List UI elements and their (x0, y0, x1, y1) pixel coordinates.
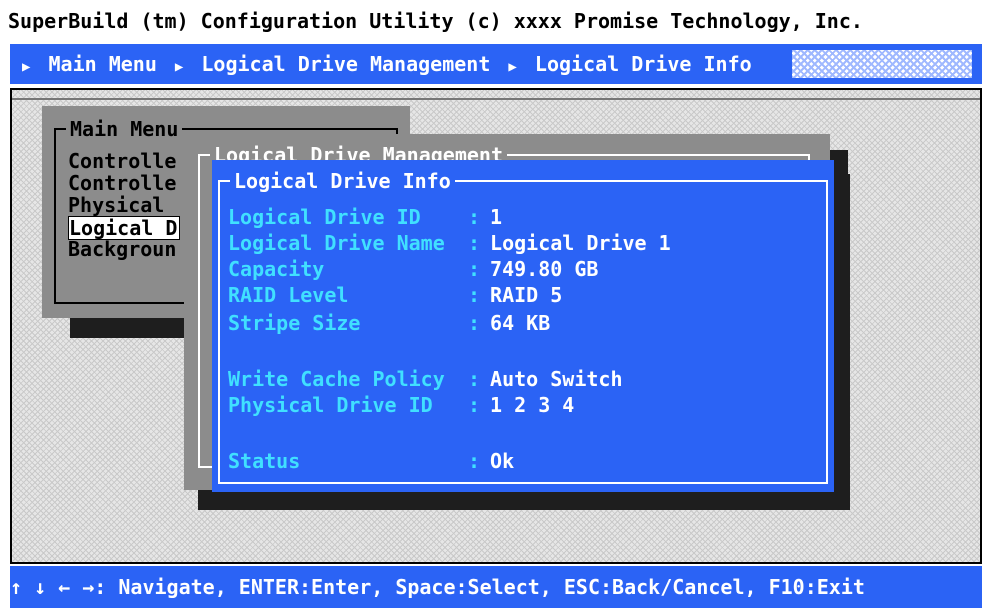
info-value: 749.80 GB (490, 257, 599, 281)
info-colon: : (468, 311, 481, 335)
info-colon: : (468, 231, 481, 255)
breadcrumb-arrow-icon: ▶ (174, 59, 184, 75)
desktop-divider (12, 98, 980, 100)
info-value: 1 2 3 4 (490, 393, 575, 417)
info-colon: : (468, 367, 481, 391)
breadcrumb-item-logical-drive-management[interactable]: Logical Drive Management (201, 52, 490, 76)
breadcrumb-arrow-icon: ▶ (508, 59, 517, 75)
breadcrumb: ▶ Main Menu ▶ Logical Drive Management ▶… (10, 44, 982, 84)
breadcrumb-arrow-icon: ▶ (22, 59, 31, 75)
info-colon: : (468, 283, 481, 307)
main-menu-item-background[interactable]: Backgroun (68, 238, 176, 260)
info-row-write-cache-policy: Write Cache Policy: Auto Switch (228, 366, 623, 392)
info-label: Logical Drive Name (228, 231, 445, 255)
info-colon: : (468, 449, 481, 473)
info-row-capacity: Capacity:749.80 GB (228, 256, 598, 282)
info-row-status: Status: Ok (228, 448, 514, 474)
main-menu-title: Main Menu (66, 117, 183, 141)
info-colon: : (468, 205, 481, 229)
info-value: 64 KB (490, 311, 551, 335)
info-label: RAID Level (228, 283, 349, 307)
info-row-raid-level: RAID Level: RAID 5 (228, 282, 562, 308)
main-menu-item-physical[interactable]: Physical (68, 194, 164, 216)
info-value: Ok (490, 449, 515, 473)
info-title: Logical Drive Info (230, 169, 455, 193)
main-menu-item-controller-1[interactable]: Controlle (68, 150, 176, 172)
info-row-drive-name: Logical Drive Name: Logical Drive 1 (228, 230, 671, 256)
app-title: SuperBuild (tm) Configuration Utility (c… (8, 9, 863, 33)
info-label: Physical Drive ID (228, 393, 433, 417)
breadcrumb-item-logical-drive-info: Logical Drive Info (534, 52, 752, 76)
info-colon: : (468, 393, 481, 417)
desktop-area: Main Menu Controlle Controlle Physical L… (10, 88, 982, 564)
breadcrumb-hatch-pattern (792, 50, 972, 78)
info-value: Logical Drive 1 (490, 231, 671, 255)
info-label: Stripe Size (228, 311, 361, 335)
info-row-physical-drive-id: Physical Drive ID:1 2 3 4 (228, 392, 574, 418)
main-menu-item-controller-2[interactable]: Controlle (68, 172, 176, 194)
info-row-stripe-size: Stripe Size:64 KB (228, 310, 550, 336)
info-colon: : (468, 257, 481, 281)
keyboard-help-text: ↑ ↓ ← →: Navigate, ENTER:Enter, Space:Se… (10, 575, 865, 599)
info-value: RAID 5 (490, 283, 563, 307)
info-value: Auto Switch (490, 367, 623, 391)
info-value: 1 (490, 205, 503, 229)
app-title-bar: SuperBuild (tm) Configuration Utility (c… (0, 0, 982, 42)
info-label: Logical Drive ID (228, 205, 421, 229)
status-bar: ↑ ↓ ← →: Navigate, ENTER:Enter, Space:Se… (10, 566, 982, 608)
info-label: Write Cache Policy (228, 367, 445, 391)
breadcrumb-item-main-menu[interactable]: Main Menu (48, 52, 156, 76)
info-label: Capacity (228, 257, 325, 281)
info-label: Status (228, 449, 301, 473)
info-row-drive-id: Logical Drive ID:1 (228, 204, 502, 230)
